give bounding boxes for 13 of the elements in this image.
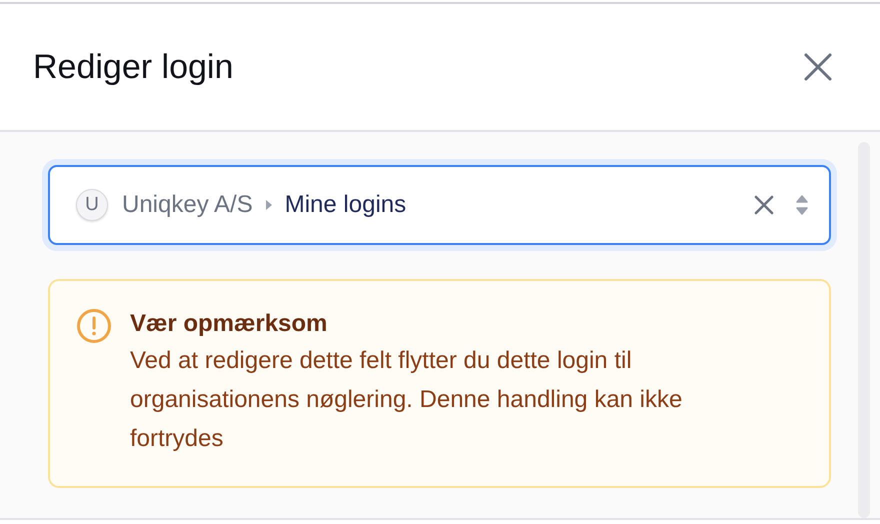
close-button[interactable] [802, 51, 834, 83]
avatar: U [76, 189, 108, 221]
scrollbar[interactable] [858, 142, 870, 518]
caret-icon [264, 199, 273, 211]
dialog-title: Rediger login [33, 48, 234, 86]
alert-message: Ved at redigere dette felt flytter du dette login til organisationens nøglering. Denne handling kan ikke fortrydes [130, 346, 684, 454]
clear-icon[interactable] [753, 194, 775, 216]
warning-icon [76, 308, 112, 344]
alert-title: Vær opmærksom [130, 309, 328, 339]
updown-icon [795, 193, 809, 217]
breadcrumb-item: Uniqkey A/S [122, 191, 253, 219]
close-icon [802, 51, 834, 83]
breadcrumb-item: Mine logins [284, 191, 406, 219]
